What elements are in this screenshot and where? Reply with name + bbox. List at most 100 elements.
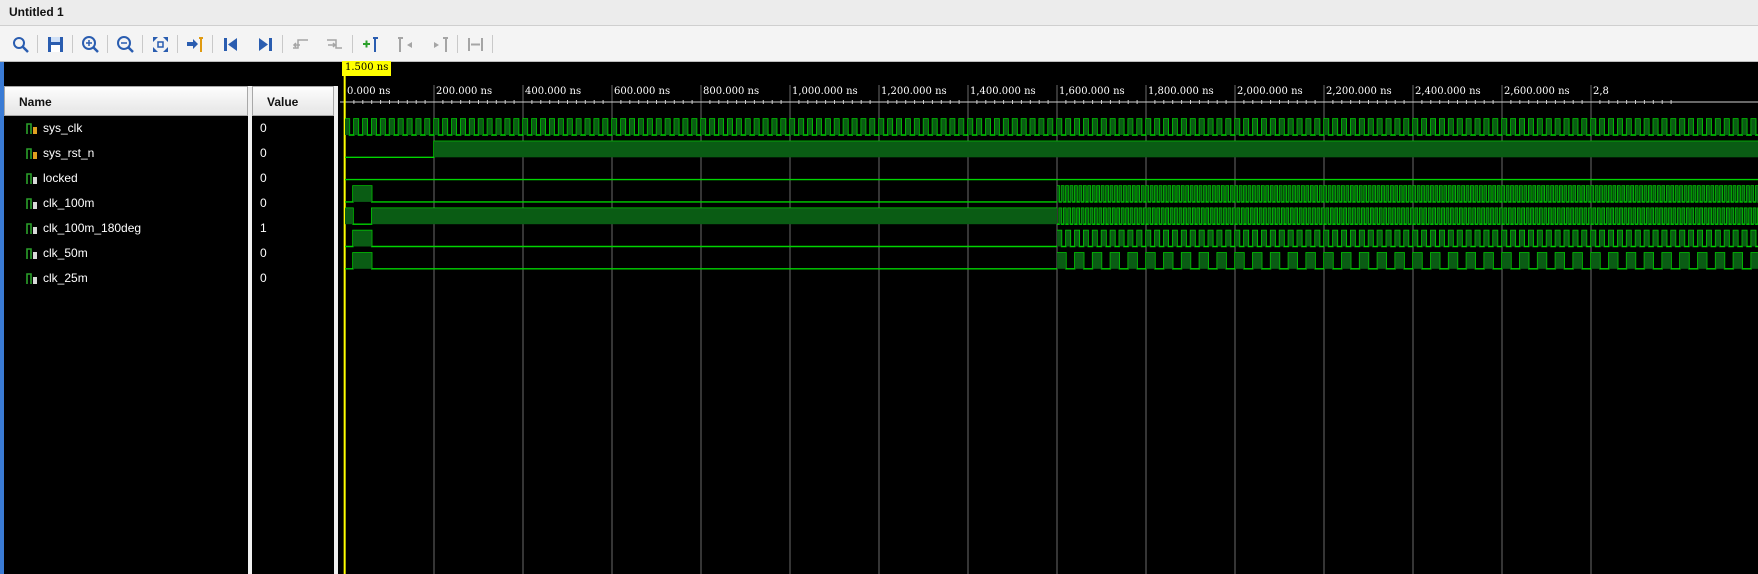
waveform-high-fill xyxy=(1324,119,1329,135)
waveform-high-fill xyxy=(1137,230,1142,247)
go-to-end-button[interactable] xyxy=(254,33,276,55)
waveform-high-fill xyxy=(781,119,786,135)
waveform-high-fill xyxy=(1633,208,1636,225)
waveform-high-fill xyxy=(1114,185,1118,202)
waveform-high-fill xyxy=(1172,119,1178,135)
waveform-high-fill xyxy=(1324,230,1329,247)
waveform-high-fill xyxy=(612,119,617,135)
waveform-high-fill xyxy=(1662,185,1665,202)
waveform-high-fill xyxy=(1439,119,1445,135)
time-tick-label: 1,200.000 ns xyxy=(881,86,947,97)
waveform-high-fill xyxy=(1439,185,1442,202)
waveform-high-fill xyxy=(1386,119,1391,135)
signal-row[interactable]: sys_rst_n 0 xyxy=(4,141,334,166)
go-to-start-button[interactable] xyxy=(219,33,241,55)
name-column-header[interactable]: Name xyxy=(4,86,248,116)
waveform-high-fill xyxy=(1608,185,1612,202)
waveform-high-fill xyxy=(1072,208,1075,225)
waveform-high-fill xyxy=(1751,230,1756,247)
waveform-high-fill xyxy=(1199,119,1204,135)
waveform-high-fill xyxy=(1502,252,1511,269)
save-button[interactable] xyxy=(44,33,66,55)
signal-row[interactable]: clk_25m 0 xyxy=(4,266,334,291)
waveform-high-fill xyxy=(1635,119,1640,135)
waveform-high-fill xyxy=(1230,185,1233,202)
waveform-high-fill xyxy=(1410,208,1413,225)
waveform-high-fill xyxy=(1413,252,1422,269)
go-to-cursor-button[interactable] xyxy=(183,33,205,55)
waveform-high-fill xyxy=(1648,185,1652,202)
waveform-high-fill xyxy=(1626,185,1629,202)
waveform-high-fill xyxy=(1526,208,1529,225)
waveform-high-fill xyxy=(941,119,946,135)
time-tick-label: 2,000.000 ns xyxy=(1237,86,1303,97)
signal-row[interactable]: locked 0 xyxy=(4,166,334,191)
next-marker-button[interactable] xyxy=(429,33,451,55)
signal-row[interactable]: clk_100m_180deg 1 xyxy=(4,216,334,241)
waveform-high-fill xyxy=(1288,252,1298,269)
zoom-fit-button[interactable] xyxy=(149,33,171,55)
waveform-high-fill xyxy=(1419,208,1422,225)
waveform-high-fill xyxy=(1466,252,1476,269)
waveform-high-fill xyxy=(745,119,750,135)
waveform-high-fill xyxy=(1214,208,1218,225)
waveform-high-fill xyxy=(1486,208,1489,225)
toolbar-separator xyxy=(142,35,143,53)
next-transition-button[interactable] xyxy=(323,33,345,55)
time-tick-label: 1,400.000 ns xyxy=(970,86,1036,97)
waveform-high-fill xyxy=(1070,185,1073,202)
waveform-high-fill xyxy=(362,119,368,135)
waveform-high-fill xyxy=(1235,230,1240,247)
waveform-high-fill xyxy=(1537,230,1543,247)
waveform-high-fill xyxy=(1146,252,1155,269)
waveform-high-fill xyxy=(496,119,501,135)
time-tick-label: 2,200.000 ns xyxy=(1326,86,1392,97)
waveform-high-fill xyxy=(1217,252,1227,269)
signal-row[interactable]: sys_clk 0 xyxy=(4,116,334,141)
waveform-high-fill xyxy=(1401,208,1405,225)
waveform-high-fill xyxy=(1039,119,1044,135)
waveform-high-fill xyxy=(629,119,635,135)
waveform-high-fill xyxy=(1731,208,1734,225)
waveform-high-fill xyxy=(1479,185,1482,202)
cursor-time-label[interactable]: 1.500 ns xyxy=(342,61,392,76)
waveform-high-fill xyxy=(1751,185,1754,202)
waveform-high-fill xyxy=(861,119,866,135)
waveform-high-fill xyxy=(478,119,483,135)
waveform-high-fill xyxy=(1744,208,1747,225)
signal-name: clk_100m_180deg xyxy=(43,221,142,235)
previous-marker-button[interactable] xyxy=(394,33,416,55)
zoom-out-button[interactable] xyxy=(114,33,136,55)
waveform-high-fill xyxy=(1566,208,1569,225)
waveform-high-fill xyxy=(1602,208,1605,225)
waveform-high-fill xyxy=(1257,185,1260,202)
signal-row[interactable]: clk_100m 0 xyxy=(4,191,334,216)
waveform-view[interactable]: 0.000 ns 200.000 ns 400.000 ns 600.000 ns 80… xyxy=(340,62,1758,574)
waveform-high-fill xyxy=(1535,208,1538,225)
signal-row[interactable]: clk_50m 0 xyxy=(4,241,334,266)
waveform-high-fill xyxy=(1680,119,1685,135)
pane-divider[interactable] xyxy=(334,86,338,574)
waveform-high-fill xyxy=(1381,185,1385,202)
waveform-high-fill xyxy=(345,208,354,225)
search-button[interactable] xyxy=(9,33,31,55)
value-column-header[interactable]: Value xyxy=(252,86,334,116)
waveform-high-fill xyxy=(1599,230,1605,247)
waveform-high-fill xyxy=(1550,185,1554,202)
waveform-high-fill xyxy=(416,119,421,135)
waveform-high-fill xyxy=(736,119,742,135)
waveform-high-fill xyxy=(1125,208,1129,225)
zoom-in-button[interactable] xyxy=(79,33,101,55)
waveform-high-fill xyxy=(469,119,475,135)
waveform-high-fill xyxy=(1570,208,1574,225)
add-marker-button[interactable] xyxy=(359,33,381,55)
waveform-high-fill xyxy=(1172,230,1178,247)
signal-name: clk_25m xyxy=(43,271,88,285)
swap-cursors-button[interactable] xyxy=(464,33,486,55)
waveform-high-fill xyxy=(1183,208,1187,225)
waveform-high-fill xyxy=(1286,208,1289,225)
waveform-high-fill xyxy=(1292,185,1296,202)
previous-transition-button[interactable] xyxy=(289,33,311,55)
waveform-high-fill xyxy=(1613,185,1616,202)
waveform-high-fill xyxy=(1430,230,1436,247)
